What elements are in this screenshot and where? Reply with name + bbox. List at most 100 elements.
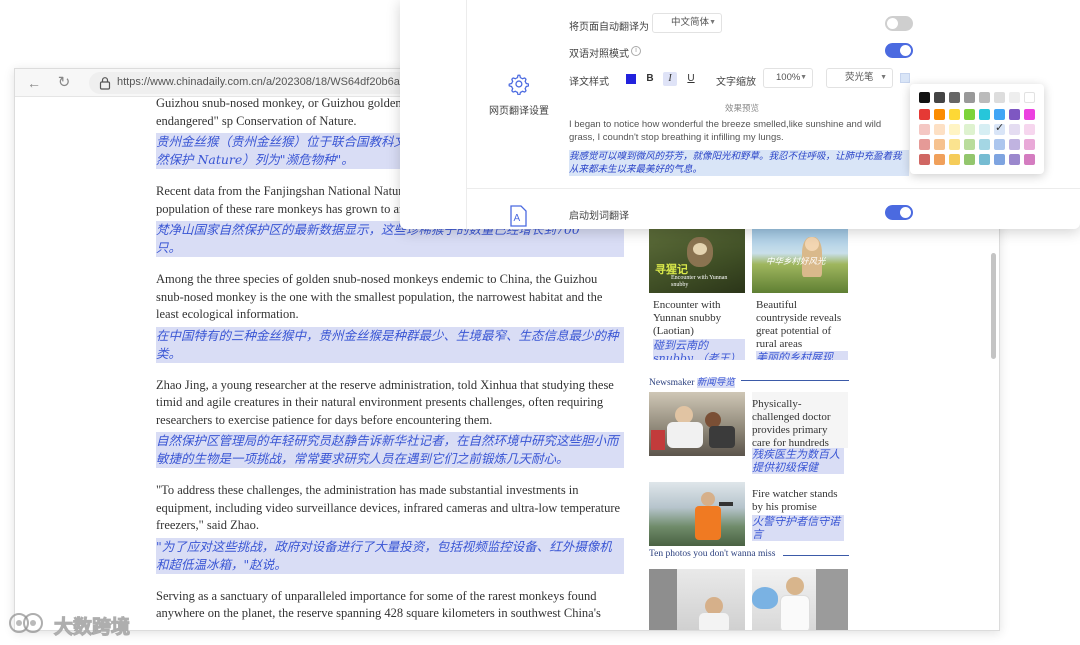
color-swatch[interactable] bbox=[979, 139, 990, 150]
card-title[interactable]: Fire watcher stands by his promise bbox=[752, 488, 844, 514]
color-swatch[interactable] bbox=[979, 109, 990, 120]
text-zoom-select[interactable]: 100% ▼ bbox=[763, 68, 813, 88]
color-swatch[interactable] bbox=[994, 139, 1005, 150]
color-swatch[interactable] bbox=[964, 154, 975, 165]
paragraph-english: Serving as a sanctuary of unparalleled i… bbox=[156, 588, 601, 621]
color-swatch[interactable] bbox=[1009, 124, 1020, 135]
paragraph-translation: 在中国特有的三种金丝猴中，贵州金丝猴是种群最少、生境最窄、生态信息最少的种类。 bbox=[156, 326, 624, 363]
highlight-style-select[interactable]: 荧光笔 ▼ bbox=[826, 68, 893, 88]
auto-translate-label: 将页面自动翻译为 bbox=[569, 22, 649, 33]
color-swatch[interactable] bbox=[979, 92, 990, 103]
color-swatch[interactable] bbox=[1024, 109, 1035, 120]
toggle-knob bbox=[887, 18, 898, 29]
color-swatch[interactable] bbox=[934, 124, 945, 135]
color-swatch[interactable] bbox=[964, 109, 975, 120]
color-swatch[interactable] bbox=[919, 92, 930, 103]
color-swatch[interactable]: ✓ bbox=[994, 122, 1005, 135]
color-swatch[interactable] bbox=[1009, 109, 1020, 120]
auto-translate-toggle[interactable] bbox=[885, 16, 913, 31]
color-swatch[interactable] bbox=[919, 154, 930, 165]
color-swatch[interactable] bbox=[979, 124, 990, 135]
card-title[interactable]: Beautiful countryside reveals great pote… bbox=[756, 299, 848, 351]
bold-button[interactable]: B bbox=[643, 72, 657, 86]
article-paragraph: Among the three species of golden snub-n… bbox=[156, 271, 624, 363]
card-title[interactable]: Physically-challenged doctor provides pr… bbox=[752, 398, 844, 450]
color-swatch[interactable] bbox=[934, 92, 945, 103]
preview-translation-text: 我感觉可以嗅到微风的芬芳，就像阳光和野草。我忍不住呼吸，让肺中充盈着我从来都未生… bbox=[569, 150, 909, 176]
word-translate-toggle[interactable] bbox=[885, 205, 913, 220]
color-swatch[interactable] bbox=[934, 154, 945, 165]
article-paragraph: "To address these challenges, the admini… bbox=[156, 482, 624, 574]
color-swatch[interactable] bbox=[1024, 124, 1035, 135]
chevron-down-icon: ▼ bbox=[880, 74, 887, 81]
color-swatch[interactable] bbox=[949, 124, 960, 135]
card-title-translation: 残疾医生为数百人提供初级保健 bbox=[752, 448, 844, 474]
card-thumbnail-countryside[interactable]: 中华乡村好风光 bbox=[752, 229, 848, 293]
color-swatch[interactable] bbox=[1009, 154, 1020, 165]
toggle-knob bbox=[900, 207, 911, 218]
color-swatch[interactable] bbox=[949, 154, 960, 165]
panel-divider bbox=[466, 188, 1080, 189]
info-icon[interactable]: i bbox=[631, 46, 641, 56]
color-swatch[interactable] bbox=[964, 92, 975, 103]
color-swatch[interactable] bbox=[1009, 139, 1020, 150]
color-swatch[interactable] bbox=[1009, 92, 1020, 103]
color-swatch[interactable] bbox=[919, 139, 930, 150]
bilingual-mode-label: 双语对照模式 bbox=[569, 49, 629, 60]
card-thumbnail-monkey[interactable]: 寻猩记 Encounter with Yunnan snubby bbox=[649, 229, 745, 293]
target-language-value: 中文简体 bbox=[671, 17, 710, 28]
color-swatch[interactable] bbox=[994, 109, 1005, 120]
card-thumbnail-photo-right[interactable] bbox=[752, 569, 848, 630]
text-color-swatch[interactable] bbox=[626, 74, 636, 84]
section-label-text: Newsmaker bbox=[649, 378, 695, 388]
underline-button[interactable]: U bbox=[684, 72, 698, 86]
color-swatch[interactable] bbox=[934, 139, 945, 150]
toggle-knob bbox=[900, 45, 911, 56]
watermark: 大数跨境 bbox=[8, 608, 148, 639]
bilingual-mode-toggle[interactable] bbox=[885, 43, 913, 58]
section-label-newsmaker[interactable]: Newsmaker 新闻导览 bbox=[649, 374, 735, 388]
highlight-style-value: 荧光笔 bbox=[845, 72, 874, 83]
translation-style-label: 译文样式 bbox=[569, 77, 609, 88]
gear-icon[interactable] bbox=[507, 73, 529, 95]
color-swatch[interactable] bbox=[994, 92, 1005, 103]
color-swatch[interactable] bbox=[949, 92, 960, 103]
text-zoom-label: 文字缩放 bbox=[716, 77, 756, 88]
italic-button[interactable]: I bbox=[663, 72, 677, 86]
back-arrow-icon[interactable]: ← bbox=[25, 74, 43, 92]
color-swatch[interactable] bbox=[949, 139, 960, 150]
section-label-ten-photos[interactable]: Ten photos you don't wanna miss bbox=[649, 549, 775, 559]
card-thumbnail-fire-watcher[interactable] bbox=[649, 482, 745, 546]
color-swatch[interactable] bbox=[1024, 154, 1035, 165]
word-translate-icon[interactable]: A bbox=[508, 205, 528, 227]
text-zoom-value: 100% bbox=[776, 72, 801, 83]
highlight-color-swatch[interactable] bbox=[900, 73, 910, 83]
color-swatch[interactable] bbox=[949, 109, 960, 120]
article-paragraph: Zhao Jing, a young researcher at the res… bbox=[156, 377, 624, 468]
refresh-icon[interactable]: ↻ bbox=[55, 74, 73, 92]
target-language-select[interactable]: 中文简体 ▼ bbox=[652, 13, 722, 33]
section-divider bbox=[741, 380, 849, 381]
card-thumbnail-photo-left[interactable] bbox=[649, 569, 745, 630]
card-title-translation: 火警守护者信守诺言 bbox=[752, 515, 844, 541]
color-swatch[interactable] bbox=[979, 154, 990, 165]
settings-section-title[interactable]: 网页翻译设置 bbox=[489, 102, 549, 117]
color-swatch[interactable] bbox=[919, 124, 930, 135]
color-swatch[interactable] bbox=[964, 124, 975, 135]
svg-text:A: A bbox=[514, 213, 521, 224]
chevron-down-icon: ▼ bbox=[709, 19, 716, 26]
color-swatch[interactable] bbox=[1024, 92, 1035, 103]
color-swatch[interactable] bbox=[994, 154, 1005, 165]
color-swatch[interactable] bbox=[1024, 139, 1035, 150]
color-swatch[interactable] bbox=[964, 139, 975, 150]
card-thumbnail-doctor[interactable] bbox=[649, 392, 745, 456]
card-title[interactable]: Encounter with Yunnan snubby (Laotian) bbox=[653, 299, 745, 338]
paragraph-english: "To address these challenges, the admini… bbox=[156, 483, 621, 532]
vertical-scrollbar[interactable] bbox=[989, 249, 997, 629]
color-swatch[interactable] bbox=[934, 109, 945, 120]
word-translate-label: 启动划词翻译 bbox=[569, 211, 629, 222]
section-divider bbox=[783, 555, 849, 556]
thumbnail-overlay-subtitle: Encounter with Yunnan snubby bbox=[671, 275, 728, 288]
color-swatch[interactable] bbox=[919, 109, 930, 120]
scrollbar-thumb[interactable] bbox=[991, 253, 996, 359]
